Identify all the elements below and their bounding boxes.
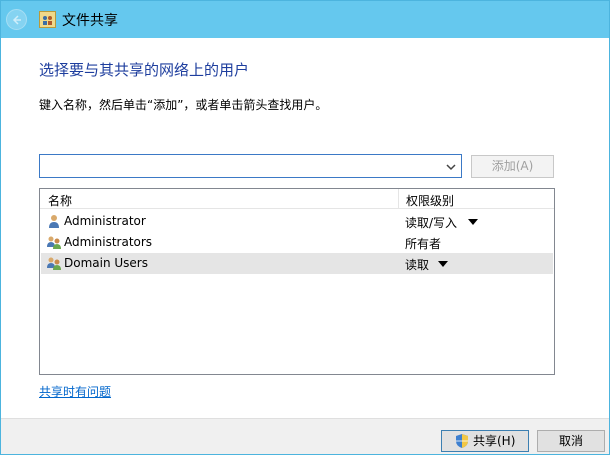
table-row[interactable]: Domain Users 读取	[41, 253, 553, 274]
share-button-label: 共享(H)	[473, 434, 516, 448]
share-folder-icon	[39, 11, 56, 28]
permission-dropdown-icon[interactable]	[468, 219, 478, 225]
page-heading: 选择要与其共享的网络上的用户	[39, 61, 250, 79]
chevron-down-icon[interactable]	[445, 161, 457, 173]
column-header-name[interactable]: 名称	[48, 192, 72, 209]
row-permission[interactable]: 读取/写入	[405, 214, 457, 231]
window-title: 文件共享	[62, 13, 118, 29]
column-divider[interactable]	[398, 189, 399, 209]
row-permission[interactable]: 读取	[405, 256, 429, 273]
instruction-text: 键入名称，然后单击“添加”，或者单击箭头查找用户。	[39, 98, 328, 112]
row-name: Administrators	[64, 235, 153, 249]
sharing-help-link[interactable]: 共享时有问题	[39, 383, 111, 400]
add-button[interactable]: 添加(A)	[471, 155, 554, 178]
table-row[interactable]: Administrators 所有者	[41, 232, 553, 253]
table-row[interactable]: Administrator 读取/写入	[41, 211, 553, 232]
group-icon	[47, 236, 61, 249]
file-sharing-window: 文件共享 选择要与其共享的网络上的用户 键入名称，然后单击“添加”，或者单击箭头…	[0, 0, 610, 455]
row-name: Domain Users	[64, 256, 148, 270]
user-icon	[49, 215, 59, 228]
row-permission: 所有者	[405, 237, 442, 251]
cancel-button[interactable]: 取消	[537, 430, 605, 452]
list-header: 名称 权限级别	[40, 189, 554, 209]
back-button[interactable]	[6, 9, 27, 30]
column-header-permission[interactable]: 权限级别	[406, 192, 454, 209]
group-icon	[47, 257, 61, 270]
dialog-content: 选择要与其共享的网络上的用户 键入名称，然后单击“添加”，或者单击箭头查找用户。…	[1, 38, 609, 418]
row-name: Administrator	[64, 214, 146, 228]
button-bar: 共享(H) 取消	[1, 418, 609, 454]
user-name-combobox[interactable]	[39, 154, 462, 178]
user-list[interactable]: 名称 权限级别 Administrator 读取/写入 Administrato…	[39, 188, 555, 375]
back-arrow-icon	[12, 15, 21, 25]
title-bar: 文件共享	[1, 1, 609, 38]
uac-shield-icon	[456, 434, 468, 448]
share-button[interactable]: 共享(H)	[441, 430, 529, 452]
permission-dropdown-icon[interactable]	[438, 261, 448, 267]
